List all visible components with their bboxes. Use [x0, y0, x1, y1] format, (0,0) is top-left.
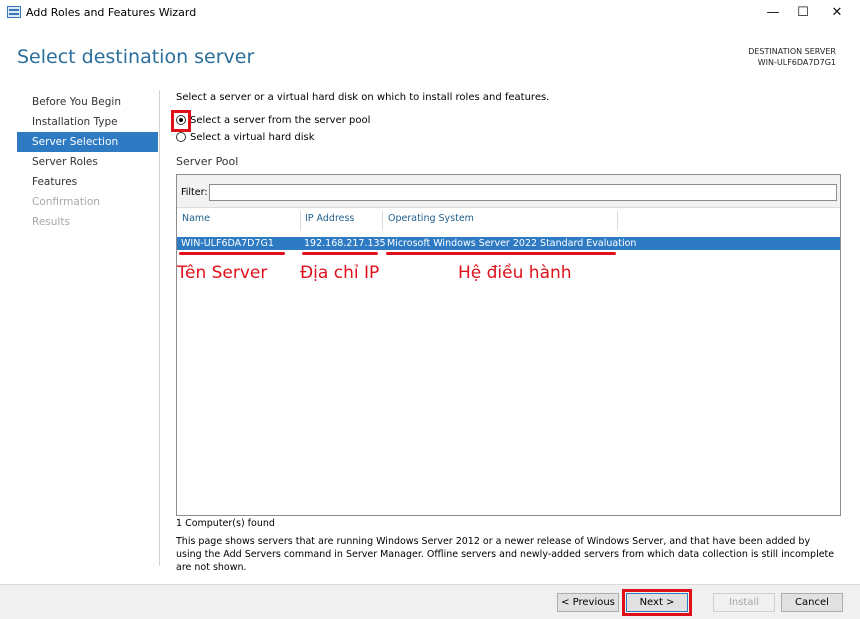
- nav-item-features[interactable]: Features: [17, 172, 158, 192]
- annotation-underline-ip: [302, 252, 378, 255]
- annotation-operating-system: Hệ điều hành: [458, 263, 572, 283]
- filter-label: Filter:: [181, 187, 208, 198]
- nav-item-server-roles[interactable]: Server Roles: [17, 152, 158, 172]
- filter-input[interactable]: [209, 184, 837, 201]
- nav-item-server-selection[interactable]: Server Selection: [17, 132, 158, 152]
- nav-divider: [159, 90, 160, 566]
- nav-item-before-you-begin[interactable]: Before You Begin: [17, 92, 158, 112]
- option-server-pool-label: Select a server from the server pool: [190, 115, 371, 126]
- nav-item-installation-type[interactable]: Installation Type: [17, 112, 158, 132]
- highlight-box-next: [622, 589, 692, 616]
- close-button[interactable]: ✕: [820, 0, 854, 26]
- column-separator[interactable]: [617, 211, 618, 231]
- server-manager-icon: [7, 6, 21, 18]
- option-virtual-hard-disk-label: Select a virtual hard disk: [190, 132, 315, 143]
- radio-virtual-hard-disk[interactable]: [176, 132, 186, 142]
- column-header-operating-system[interactable]: Operating System: [388, 213, 474, 224]
- destination-server-label: DESTINATION SERVER WIN-ULF6DA7D7G1: [748, 46, 836, 68]
- option-server-pool[interactable]: Select a server from the server pool: [176, 114, 370, 128]
- nav-item-results: Results: [32, 216, 70, 228]
- annotation-server-name: Tên Server: [177, 263, 268, 283]
- cell-ip-address: 192.168.217.135: [304, 238, 386, 249]
- maximize-button[interactable]: ☐: [786, 0, 820, 26]
- column-separator[interactable]: [382, 211, 383, 231]
- cell-server-name: WIN-ULF6DA7D7G1: [181, 238, 274, 249]
- wizard-header: Select destination server DESTINATION SE…: [0, 26, 860, 86]
- wizard-footer: < Previous Next > Install Cancel: [0, 584, 860, 619]
- minimize-button[interactable]: —: [756, 0, 790, 26]
- title-bar: Add Roles and Features Wizard — ☐ ✕: [0, 0, 860, 26]
- server-pool-title: Server Pool: [176, 155, 239, 168]
- computer-count: 1 Computer(s) found: [176, 518, 275, 529]
- annotation-underline-os: [386, 252, 616, 255]
- server-pool-panel: Filter: Name IP Address Operating System…: [176, 174, 841, 516]
- destination-server-caption: DESTINATION SERVER: [748, 47, 836, 56]
- previous-button[interactable]: < Previous: [557, 593, 619, 612]
- destination-server-value: WIN-ULF6DA7D7G1: [757, 58, 836, 67]
- nav-item-confirmation: Confirmation: [32, 196, 100, 208]
- annotation-ip-address: Địa chỉ IP: [300, 263, 380, 283]
- cell-operating-system: Microsoft Windows Server 2022 Standard E…: [387, 238, 637, 249]
- install-button: Install: [713, 593, 775, 612]
- cancel-button[interactable]: Cancel: [781, 593, 843, 612]
- description-text: This page shows servers that are running…: [176, 536, 835, 573]
- intro-text: Select a server or a virtual hard disk o…: [176, 92, 550, 103]
- highlight-box-radio: [171, 110, 191, 132]
- column-header-ip-address[interactable]: IP Address: [305, 213, 354, 224]
- column-header-name[interactable]: Name: [182, 213, 210, 224]
- window-title: Add Roles and Features Wizard: [26, 6, 197, 19]
- wizard-nav: Before You Begin Installation Type Serve…: [17, 92, 158, 232]
- page-title: Select destination server: [17, 46, 255, 68]
- filter-bar: Filter:: [177, 175, 840, 208]
- option-virtual-hard-disk[interactable]: Select a virtual hard disk: [176, 131, 315, 145]
- column-separator[interactable]: [300, 211, 301, 231]
- annotation-underline-name: [179, 252, 285, 255]
